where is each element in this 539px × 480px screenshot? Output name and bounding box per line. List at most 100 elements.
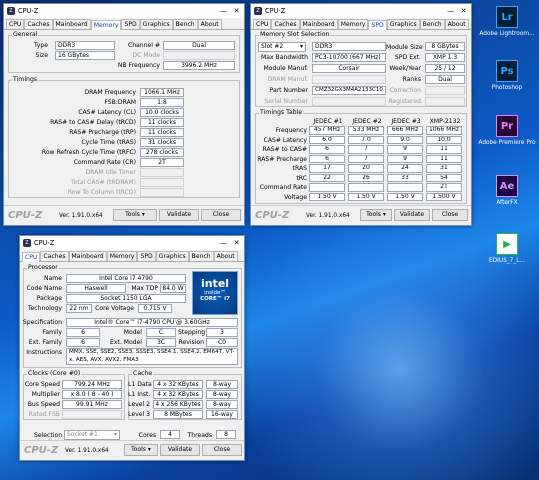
tab-bench[interactable]: Bench [188,251,214,261]
tab-memory[interactable]: Memory [90,20,122,30]
tab-about[interactable]: About [444,19,469,29]
cache-title: Cache [132,370,154,377]
cpuz-logo: CPU-Z [24,445,59,456]
close-window-button[interactable]: ✕ [230,236,243,250]
core-voltage-value: 0.715 V [138,304,172,313]
close-button[interactable]: Close [432,209,468,221]
title-bar[interactable]: Z CPU-Z — ✕ [251,4,471,18]
registered-value [425,97,465,106]
tab-graphics[interactable]: Graphics [155,251,189,261]
desktop-icon-2[interactable]: Pr Adobe Premiere Pro [478,115,536,147]
timings-cell: 1066 MHz [426,126,462,135]
tab-bench[interactable]: Bench [419,19,445,29]
tab-cpu[interactable]: CPU [253,19,272,29]
window-title: CPU-Z [18,7,39,15]
timings-cell [387,183,423,192]
channel-value: Dual [163,41,235,50]
tab-mainboard[interactable]: Mainboard [52,19,91,29]
tab-caches[interactable]: Caches [40,251,69,261]
cache-label: Level 2 [128,401,150,408]
close-button[interactable]: Close [201,209,241,221]
slot-select[interactable]: Slot #2 ▾ [258,42,306,52]
tab-memory[interactable]: Memory [337,19,369,29]
slot-select-value: Slot #2 [261,43,284,50]
tab-cpu[interactable]: CPU [22,252,41,262]
multiplier-value: x 8.0 ( 8 - 40 ) [62,390,122,399]
channel-label: Channel # [127,42,160,49]
close-window-button[interactable]: ✕ [457,4,470,18]
socket-select[interactable]: Socket #1 ▾ [64,430,120,440]
max-tdp-label: Max TDP [131,285,158,292]
timing-value: 278 clocks [140,148,184,157]
timings-cell: 6 [309,154,345,163]
tab-about[interactable]: About [213,251,238,261]
tab-caches[interactable]: Caches [271,19,300,29]
name-value: Intel Core i7 4790 [66,274,186,283]
tab-spd[interactable]: SPD [368,20,387,30]
timings-column-header: JEDEC #1 [313,118,343,125]
timings-cell: 7 [348,145,384,154]
timings-cell: 9 [387,145,423,154]
tab-graphics[interactable]: Graphics [139,19,173,29]
timings-cell: 666 MHz [387,126,423,135]
model-value: C [146,328,176,337]
timings-row-label: RAS# Precharge [257,155,307,163]
timing-label: Row To Column (tRCD) [67,189,136,196]
chevron-down-icon: ▾ [299,43,303,50]
tab-about[interactable]: About [197,19,222,29]
tab-spd[interactable]: SPD [121,19,140,29]
validate-button[interactable]: Validate [159,209,199,221]
minimize-button[interactable]: — [217,4,230,18]
week-year-value: 25 / 12 [425,64,465,73]
tools-label: Tools [366,211,381,218]
timing-value: 2T [140,158,184,167]
timings-cell [309,183,345,192]
timings-cell: 31 [426,164,462,173]
close-window-button[interactable]: ✕ [230,4,243,18]
tools-button[interactable]: Tools ▾ [124,444,158,456]
desktop-icon-0[interactable]: Lr Adobe Lightroom... [478,6,536,38]
desktop-icon-label: Adobe Lightroom... [479,31,535,37]
package-label: Package [36,295,62,302]
tab-caches[interactable]: Caches [24,19,53,29]
timings-row-label: CAS# Latency [263,136,307,144]
socket-select-value: Socket #1 [67,431,98,438]
desktop-icon-4[interactable]: ▶ EDIUS_7_L... [478,233,536,265]
instructions-value: MMX, SSE, SSE2, SSE3, SSSE3, SSE4.1, SSE… [66,348,238,365]
desktop-icon-1[interactable]: Ps Photoshop [478,60,536,92]
close-button[interactable]: Close [202,444,242,456]
clocks-title: Clocks (Core #0) [27,370,82,377]
tab-graphics[interactable]: Graphics [386,19,420,29]
timings-cell: 1.50 V [387,192,423,201]
part-number-label: Part Number [269,87,308,94]
size-label: Size [35,52,48,59]
tab-cpu[interactable]: CPU [6,19,25,29]
tab-memory[interactable]: Memory [106,251,138,261]
tools-button[interactable]: Tools ▾ [113,209,157,221]
max-bandwidth-label: Max Bandwidth [261,54,308,61]
tools-button[interactable]: Tools ▾ [360,209,392,221]
window-title: CPU-Z [34,239,55,247]
minimize-button[interactable]: — [444,4,457,18]
dram-manuf-value [312,75,386,84]
tab-mainboard[interactable]: Mainboard [299,19,338,29]
tab-mainboard[interactable]: Mainboard [68,251,107,261]
validate-button[interactable]: Validate [160,444,200,456]
tab-bench[interactable]: Bench [172,19,198,29]
app-icon: ▶ [496,233,518,255]
dropdown-arrow-icon: ▾ [382,211,386,218]
ext-family-value: 6 [66,338,100,347]
desktop-icon-3[interactable]: Ae AfterFX [478,175,536,207]
title-bar[interactable]: Z CPU-Z — ✕ [4,4,244,18]
title-bar[interactable]: Z CPU-Z — ✕ [20,236,244,250]
timings-row-label: Frequency [275,127,307,134]
validate-button[interactable]: Validate [394,209,430,221]
timings-cell: 26 [348,173,384,182]
code-name-label: Code Name [26,285,62,292]
general-title: General [12,31,39,38]
ext-model-value: 3C [146,338,176,347]
minimize-button[interactable]: — [217,236,230,250]
module-manuf-label: Module Manuf. [263,65,308,72]
tab-spd[interactable]: SPD [137,251,156,261]
intel-brand: intel [200,277,230,290]
